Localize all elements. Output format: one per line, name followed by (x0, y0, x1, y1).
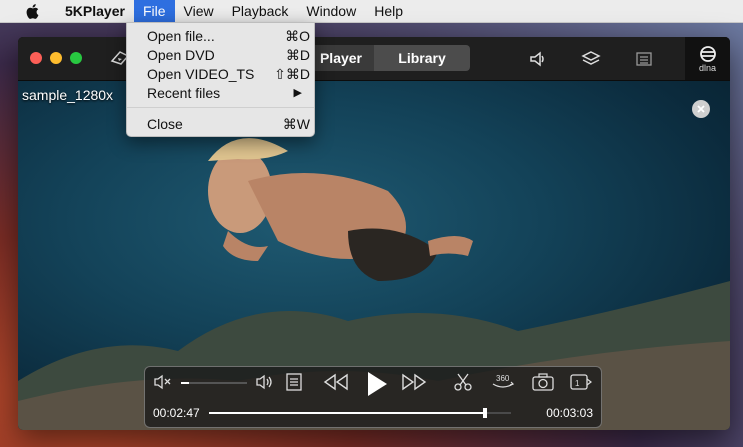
menu-item-open-dvd[interactable]: Open DVD ⌘D (127, 46, 314, 65)
menu-item-label: Recent files (147, 85, 221, 101)
apple-menu-icon[interactable] (22, 3, 42, 19)
close-icon (697, 105, 705, 113)
menu-item-open-file[interactable]: Open file... ⌘O (127, 27, 314, 46)
snapshot-camera-icon[interactable] (531, 372, 555, 397)
file-menu-dropdown: Open file... ⌘O Open DVD ⌘D Open VIDEO_T… (126, 22, 315, 137)
menu-file[interactable]: File (133, 0, 175, 22)
menu-item-label: Open DVD (147, 47, 215, 63)
airplay-audio-icon[interactable] (528, 49, 548, 74)
tab-player[interactable]: Player (308, 45, 374, 71)
menu-bar: 5KPlayer File View Playback Window Help (0, 0, 743, 23)
volume-up-icon[interactable] (255, 373, 275, 396)
svg-text:360: 360 (496, 374, 510, 383)
layers-icon[interactable] (581, 49, 601, 74)
title-bar: Player Library dlna (18, 37, 730, 81)
menu-separator (127, 107, 314, 108)
menu-item-shortcut: ⌘O (285, 28, 310, 44)
fast-forward-icon[interactable] (401, 372, 427, 397)
video-filename: sample_1280x (22, 87, 114, 103)
menu-playback[interactable]: Playback (223, 0, 298, 22)
mute-icon[interactable] (153, 373, 173, 396)
play-icon[interactable] (365, 370, 389, 403)
menu-item-shortcut: ⌘D (285, 47, 310, 63)
menu-item-recent-files[interactable]: Recent files ▶ (127, 84, 314, 103)
total-time: 00:03:03 (546, 406, 593, 420)
menu-view[interactable]: View (175, 0, 223, 22)
minimize-window-button[interactable] (50, 52, 62, 64)
menu-item-open-video-ts[interactable]: Open VIDEO_TS ⇧⌘D (127, 65, 314, 84)
close-window-button[interactable] (30, 52, 42, 64)
current-time: 00:02:47 (153, 406, 200, 420)
seek-thumb[interactable] (483, 408, 488, 418)
menu-item-shortcut: ⌘W (282, 116, 310, 132)
menu-help[interactable]: Help (365, 0, 412, 22)
playback-controls: 360 1 00:02:47 00:03:03 (144, 366, 602, 428)
menu-window[interactable]: Window (297, 0, 365, 22)
rotate-360-icon[interactable]: 360 (490, 371, 516, 396)
zoom-window-button[interactable] (70, 52, 82, 64)
tab-library[interactable]: Library (374, 45, 470, 71)
subtitles-icon[interactable] (285, 372, 303, 397)
volume-level (181, 382, 189, 384)
dlna-label: dlna (698, 62, 716, 73)
view-switcher: Player Library (308, 45, 470, 71)
close-video-button[interactable] (692, 100, 710, 118)
svg-text:1: 1 (575, 379, 580, 388)
app-menu[interactable]: 5KPlayer (56, 0, 134, 22)
rewind-icon[interactable] (323, 372, 349, 397)
menu-item-close[interactable]: Close ⌘W (127, 115, 314, 134)
seek-bar[interactable] (209, 408, 511, 418)
seek-progress (209, 412, 486, 414)
playlist-icon[interactable] (634, 49, 654, 74)
playback-speed-icon[interactable]: 1 (569, 372, 593, 397)
cut-icon[interactable] (453, 372, 473, 397)
menu-item-label: Open file... (147, 28, 215, 44)
menu-item-shortcut: ⇧⌘D (274, 66, 310, 82)
submenu-arrow-icon: ▶ (293, 87, 302, 99)
menu-item-label: Close (147, 116, 183, 132)
volume-slider[interactable] (181, 382, 247, 384)
dlna-icon (699, 45, 716, 62)
dlna-button[interactable]: dlna (685, 37, 730, 80)
menu-item-label: Open VIDEO_TS (147, 66, 255, 82)
